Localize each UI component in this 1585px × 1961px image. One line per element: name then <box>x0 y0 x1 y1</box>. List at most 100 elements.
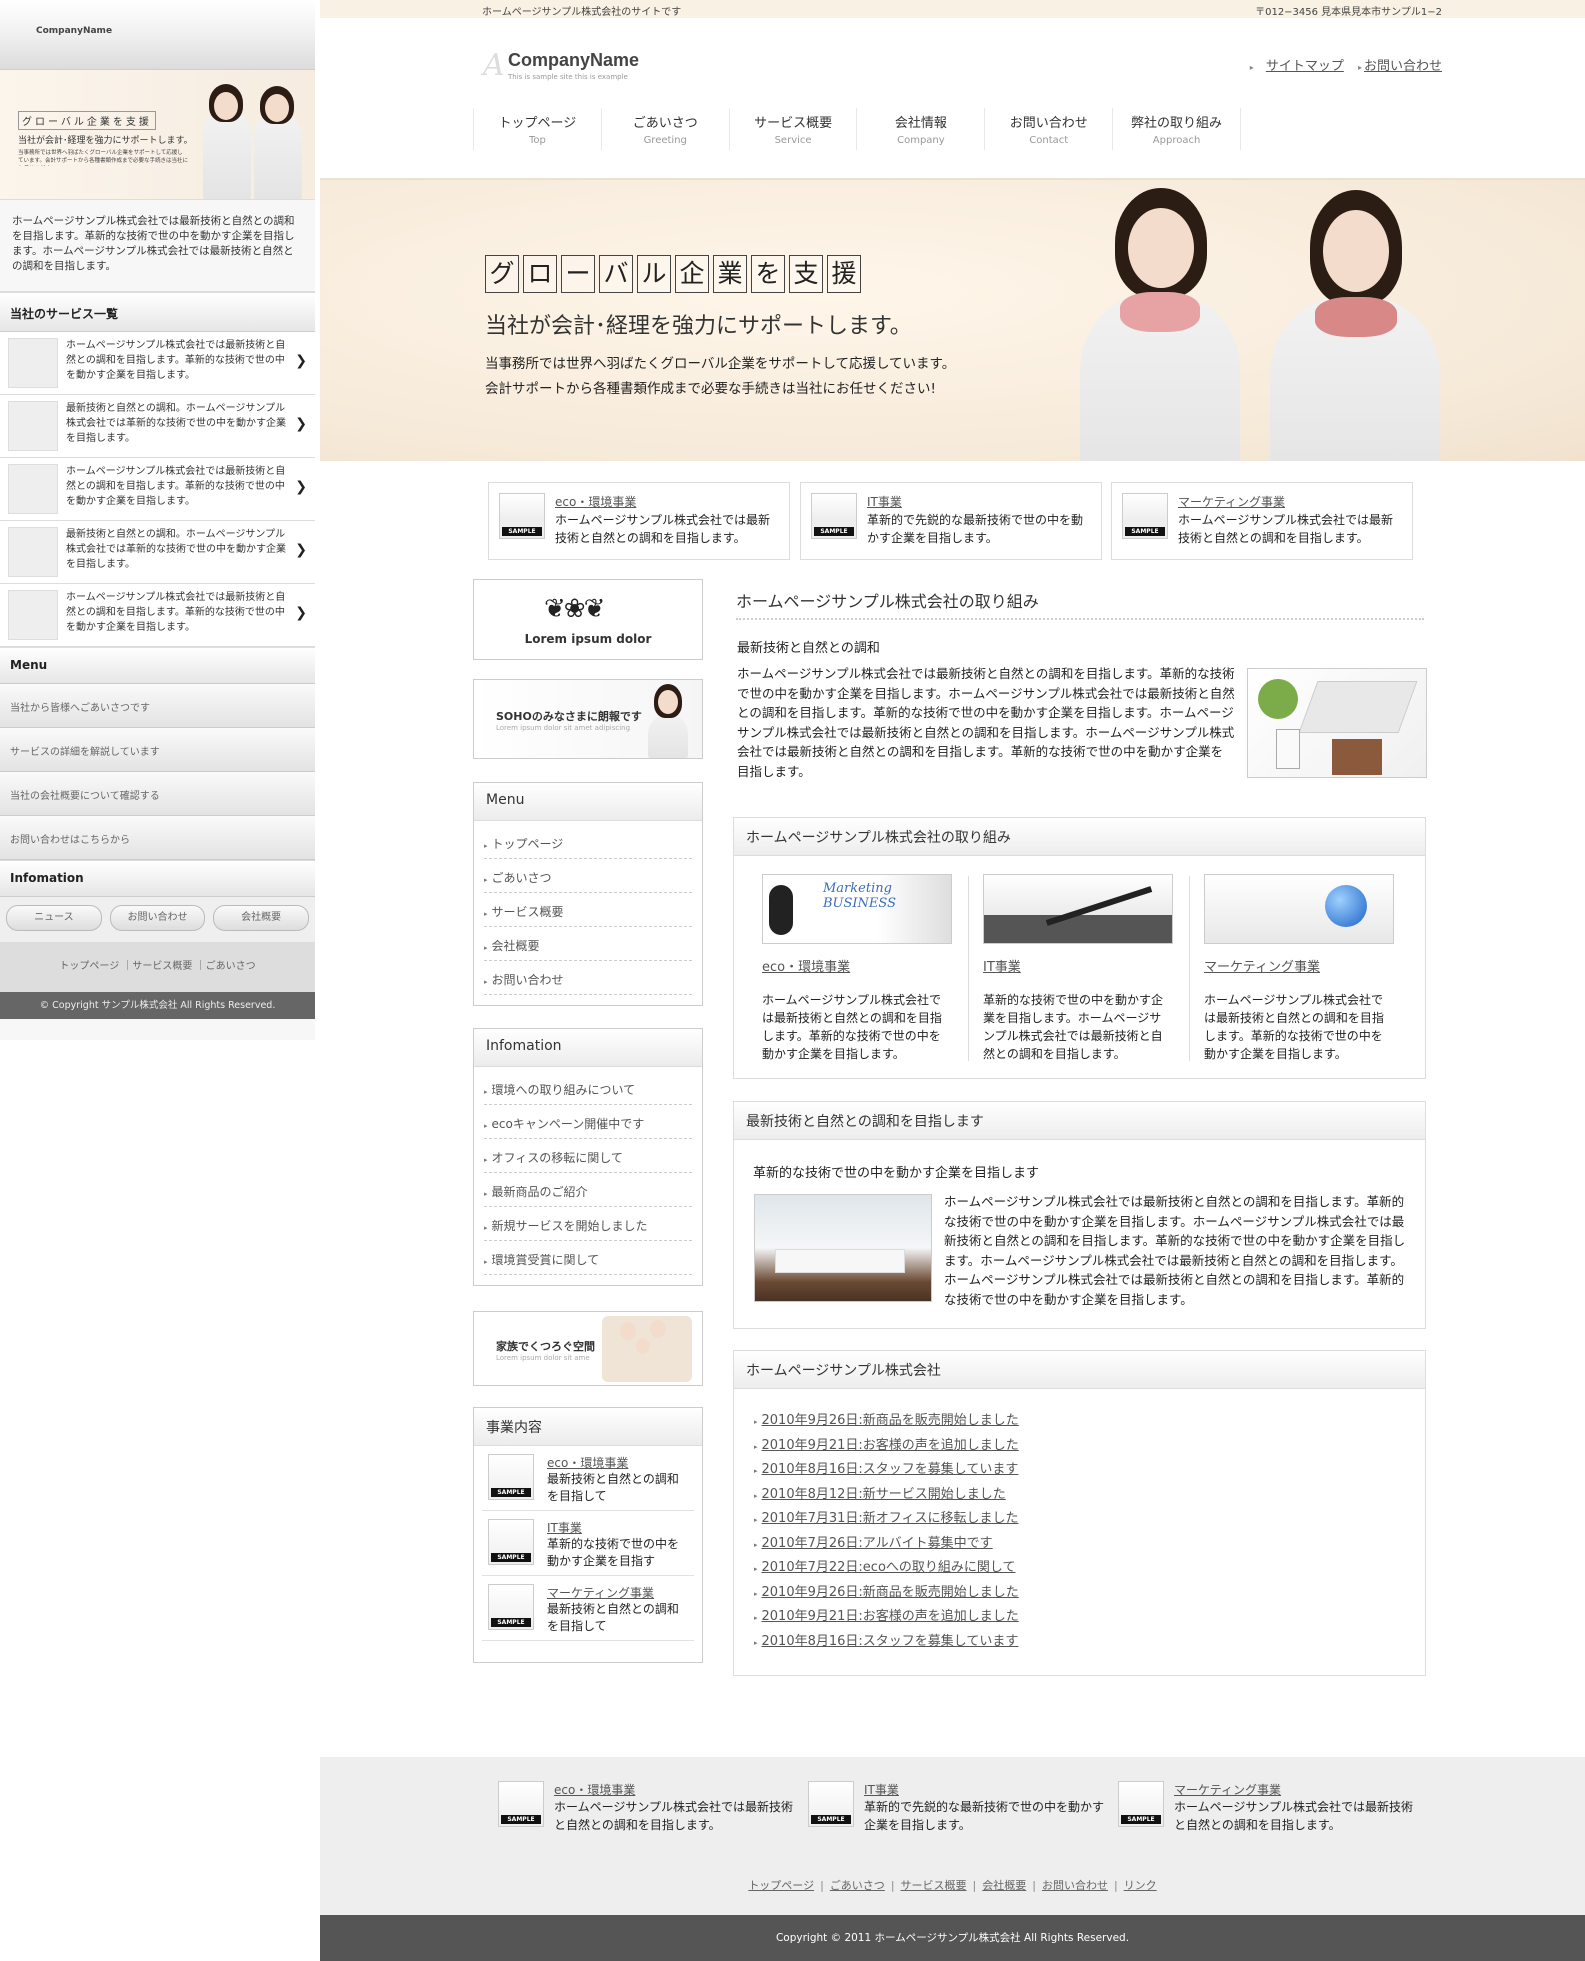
news-link[interactable]: 2010年9月26日:新商品を販売開始しました <box>762 1413 1019 1428</box>
feature-title[interactable]: IT事業 <box>867 493 902 510</box>
panel-subtitle: 革新的な技術で世の中を動かす企業を目指します <box>753 1166 1040 1181</box>
nav-item-top[interactable]: トップページ Top <box>474 108 602 150</box>
sidebar-menu-title: Menu <box>474 783 702 821</box>
mobile-buttons: ニュース お問い合わせ 会社概要 <box>0 897 315 942</box>
sidebar-banner-soho[interactable]: SOHOのみなさまに朗報です Lorem ipsum dolor sit ame… <box>473 679 703 759</box>
marketing-business-image: Marketing BUSINESS <box>762 874 952 944</box>
nav-item-contact[interactable]: お問い合わせ Contact <box>985 108 1114 150</box>
nav-item-greeting[interactable]: ごあいさつ Greeting <box>602 108 730 150</box>
news-link[interactable]: 2010年8月16日:スタッフを募集しています <box>762 1634 1019 1649</box>
sidebar-info-item[interactable]: ▸ 環境賞受賞に関して <box>484 1241 692 1275</box>
feature-title[interactable]: マーケティング事業 <box>1178 493 1285 510</box>
footer-item-title[interactable]: eco・環境事業 <box>554 1781 635 1798</box>
hero-char: バ <box>599 255 633 293</box>
mobile-service-item[interactable]: ホームページサンプル株式会社では最新技術と自然との調和を目指します。革新的な技術… <box>0 458 315 521</box>
feature-text: ホームページサンプル株式会社では最新技術と自然との調和を目指します。 <box>1178 513 1394 545</box>
news-item: ▸ 2010年8月16日:スタッフを募集しています <box>754 1630 1019 1649</box>
sidebar-info-item[interactable]: ▸ 新規サービスを開始しました <box>484 1207 692 1241</box>
footer-nav-link[interactable]: サービス概要 <box>901 1879 967 1892</box>
mobile-menu-item[interactable]: サービスの詳細を解説しています <box>0 728 315 772</box>
sidebar-menu-item[interactable]: ▸ トップページ <box>484 825 692 859</box>
mobile-news-button[interactable]: ニュース <box>6 905 102 931</box>
nav-item-service[interactable]: サービス概要 Service <box>730 108 858 150</box>
news-list: ▸ 2010年9月26日:新商品を販売開始しました ▸ 2010年9月21日:お客様の… <box>754 1409 1019 1654</box>
mobile-footer-links[interactable]: トップページ ｜サービス概要 ｜ごあいさつ <box>0 942 315 992</box>
contact-link[interactable]: お問い合わせ <box>1364 59 1442 74</box>
service-thumb-icon <box>8 338 58 388</box>
sidebar-menu-item[interactable]: ▸ ごあいさつ <box>484 859 692 893</box>
sidebar-info-item[interactable]: ▸ ecoキャンペーン開催中です <box>484 1105 692 1139</box>
footer-nav-link[interactable]: ごあいさつ <box>830 1879 885 1892</box>
news-item: ▸ 2010年9月21日:お客様の声を追加しました <box>754 1434 1019 1453</box>
news-link[interactable]: 2010年7月26日:アルバイト募集中です <box>762 1536 993 1551</box>
arrow-icon: ▸ <box>754 1491 758 1500</box>
nav-item-company[interactable]: 会社情報 Company <box>857 108 986 150</box>
sidebar-info-item[interactable]: ▸ オフィスの移転に関して <box>484 1139 692 1173</box>
nav-label: ごあいさつ <box>632 116 698 131</box>
sidebar-menu-item[interactable]: ▸ お問い合わせ <box>484 961 692 995</box>
mobile-intro: ホームページサンプル株式会社では最新技術と自然との調和を目指します。革新的な技術… <box>0 200 315 292</box>
business-title[interactable]: eco・環境事業 <box>547 1454 628 1471</box>
chevron-right-icon: ❯ <box>295 605 307 621</box>
top-bar-tagline: ホームページサンプル株式会社のサイトです <box>482 7 682 18</box>
footer-nav-link[interactable]: 会社概要 <box>982 1879 1026 1892</box>
news-link[interactable]: 2010年7月31日:新オフィスに移転しました <box>762 1511 1019 1526</box>
news-link[interactable]: 2010年9月26日:新商品を販売開始しました <box>762 1585 1019 1600</box>
chevron-right-icon: ❯ <box>295 416 307 432</box>
mobile-hero-heading: グローバル企業を支援 <box>18 111 156 130</box>
business-title[interactable]: マーケティング事業 <box>547 1584 654 1601</box>
sidebar-info-item-label: ecoキャンペーン開催中です <box>491 1117 645 1131</box>
global-nav: トップページ Top ごあいさつ Greeting サービス概要 Service 会社情報 C… <box>473 108 1241 150</box>
approach-title[interactable]: IT事業 <box>983 956 1171 975</box>
sidebar-menu-item[interactable]: ▸ サービス概要 <box>484 893 692 927</box>
footer-item-title[interactable]: マーケティング事業 <box>1174 1781 1281 1798</box>
mobile-menu-item[interactable]: 当社の会社概要について確認する <box>0 772 315 816</box>
sidebar-info-item[interactable]: ▸ 環境への取り組みについて <box>484 1071 692 1105</box>
approach-title[interactable]: マーケティング事業 <box>1204 956 1392 975</box>
mobile-hero-text: グローバル企業を支援 当社が会計･経理を強力にサポートします。 当事務所では世界… <box>0 71 200 200</box>
mobile-menu-item[interactable]: お問い合わせはこちらから <box>0 816 315 860</box>
business-title[interactable]: IT事業 <box>547 1519 582 1536</box>
mobile-company-button[interactable]: 会社概要 <box>213 905 310 931</box>
sidebar-info-item[interactable]: ▸ 最新商品のご紹介 <box>484 1173 692 1207</box>
mobile-contact-button[interactable]: お問い合わせ <box>109 905 206 931</box>
footer-item-title[interactable]: IT事業 <box>864 1781 899 1798</box>
mobile-logo[interactable]: CompanyName <box>36 26 112 36</box>
news-link[interactable]: 2010年8月16日:スタッフを募集しています <box>762 1462 1019 1477</box>
feature-text: 革新的で先鋭的な最新技術で世の中を動かす企業を目指します。 <box>867 513 1084 545</box>
sample-label: SAMPLE <box>491 1553 531 1562</box>
nav-sublabel: Service <box>774 135 812 146</box>
sidebar-banner-family[interactable]: 家族でくつろぐ空間 Lorem ipsum dolor sit ame <box>473 1311 703 1386</box>
mobile-menu-item[interactable]: 当社から皆様へごあいさつです <box>0 684 315 728</box>
sidebar-banner-lorem[interactable]: ❦❀❦ Lorem ipsum dolor <box>473 579 703 660</box>
hero-char: 援 <box>827 255 861 293</box>
mobile-service-item[interactable]: ホームページサンプル株式会社では最新技術と自然との調和を目指します。革新的な技術… <box>0 584 315 647</box>
footer-nav-link[interactable]: リンク <box>1124 1879 1157 1892</box>
hero-char: 企 <box>675 255 709 293</box>
feature-title[interactable]: eco・環境事業 <box>555 493 636 510</box>
nav-label: 会社情報 <box>894 116 947 131</box>
sidebar-menu-item[interactable]: ▸ 会社概要 <box>484 927 692 961</box>
nav-item-approach[interactable]: 弊社の取り組み Approach <box>1113 108 1241 150</box>
footer-nav-link[interactable]: トップページ <box>748 1879 814 1892</box>
mobile-service-text: 最新技術と自然との調和。ホームページサンプル株式会社では革新的な技術で世の中を動… <box>66 529 286 570</box>
mobile-service-item[interactable]: 最新技術と自然との調和。ホームページサンプル株式会社では革新的な技術で世の中を動… <box>0 395 315 458</box>
sample-thumb-icon: SAMPLE <box>1122 493 1168 539</box>
news-link[interactable]: 2010年9月21日:お客様の声を追加しました <box>762 1438 1019 1453</box>
approach-title[interactable]: eco・環境事業 <box>762 956 950 975</box>
footer-nav-link[interactable]: お問い合わせ <box>1042 1879 1108 1892</box>
banner-text: Lorem ipsum dolor <box>524 632 652 646</box>
sitemap-link[interactable]: サイトマップ <box>1266 59 1344 74</box>
nav-sublabel: Top <box>528 135 546 146</box>
news-item: ▸ 2010年9月26日:新商品を販売開始しました <box>754 1409 1019 1428</box>
logo-sub: This is sample site this is example <box>508 73 628 81</box>
news-link[interactable]: 2010年8月12日:新サービス開始しました <box>762 1487 1006 1502</box>
sidebar-info-list: ▸ 環境への取り組みについて ▸ ecoキャンペーン開催中です ▸ オフィスの移転に関して… <box>474 1067 702 1279</box>
mobile-services-title: 当社のサービス一覧 <box>0 292 315 332</box>
news-link[interactable]: 2010年9月21日:お客様の声を追加しました <box>762 1609 1019 1624</box>
news-link[interactable]: 2010年7月22日:ecoへの取り組みに関して <box>762 1560 1016 1575</box>
mobile-service-item[interactable]: 最新技術と自然との調和。ホームページサンプル株式会社では革新的な技術で世の中を動… <box>0 521 315 584</box>
mobile-service-item[interactable]: ホームページサンプル株式会社では最新技術と自然との調和を目指します。革新的な技術… <box>0 332 315 395</box>
arrow-icon: ▸ <box>484 1258 488 1266</box>
arrow-icon: ▸ <box>484 1190 488 1198</box>
